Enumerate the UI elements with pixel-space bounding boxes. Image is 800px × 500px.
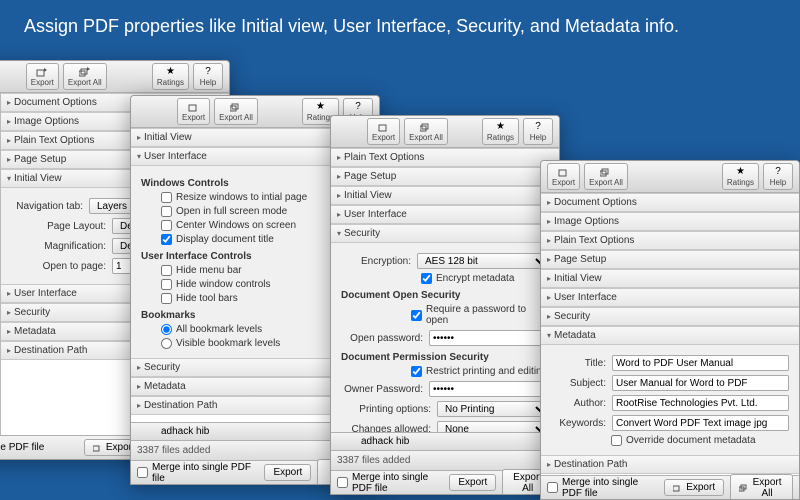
export-all-button[interactable]: Export All [404,118,448,145]
override-metadata-checkbox[interactable]: Override document metadata [611,435,789,446]
open-password-label: Open password: [341,333,423,344]
accordion-security[interactable]: Security [541,308,799,326]
accordion-initial-view[interactable]: Initial View [541,270,799,288]
ratings-button[interactable]: ★Ratings [722,163,759,190]
accordion-user-interface[interactable]: User Interface [331,206,559,224]
export-button[interactable]: Export [449,474,496,491]
files-added-label: 3387 files added [337,455,410,466]
accordion-user-interface[interactable]: User Interface [541,289,799,307]
printing-label: Printing options: [341,404,431,415]
toolbar: Export Export All ★Ratings ?Help [331,116,559,148]
export-all-button[interactable]: Export All [584,163,628,190]
file-row: adhack hib [331,432,559,450]
accordion-page-setup[interactable]: Page Setup [541,251,799,269]
open-password-input[interactable] [429,330,549,346]
merge-checkbox[interactable] [337,477,348,488]
title-label: Title: [551,358,606,369]
export-button[interactable]: Export [664,479,724,496]
owner-password-input[interactable] [429,381,549,397]
author-input[interactable] [612,395,789,411]
doc-open-heading: Document Open Security [341,290,549,301]
accordion-plain-text[interactable]: Plain Text Options [541,232,799,250]
keywords-label: Keywords: [551,418,606,429]
ratings-button[interactable]: ★Ratings [152,63,189,90]
accordion-page-setup[interactable]: Page Setup [331,168,559,186]
merge-checkbox[interactable] [137,467,148,478]
merge-label: Merge into single PDF file [152,462,252,484]
bottom-bar: Merge into single PDF file Export Export… [331,470,559,494]
page-layout-label: Page Layout: [11,221,106,232]
restrict-checkbox[interactable]: Restrict printing and editing [411,366,549,377]
help-button[interactable]: ?Help [763,163,793,190]
accordion-security[interactable]: Security [331,225,559,243]
accordion-doc-options[interactable]: Document Options [541,194,799,212]
ratings-button[interactable]: ★Ratings [482,118,519,145]
sidebar: ind PEG image licrosoft...r document lic… [0,93,1,459]
encrypt-metadata-checkbox[interactable]: Encrypt metadata [421,273,549,284]
nav-tab-label: Navigation tab: [11,201,83,212]
accordion-dest-path[interactable]: Destination Path [541,456,799,474]
export-all-button[interactable]: Export All [730,474,793,500]
help-button[interactable]: ?Help [193,63,223,90]
owner-password-label: Owner Password: [341,384,423,395]
metadata-panel: Title: Subject: Author: Keywords: Overri… [541,345,799,455]
export-button[interactable]: Export [367,118,400,145]
files-added-label: 3387 files added [137,445,210,456]
window-metadata: Export Export All ★Ratings ?Help Documen… [540,160,800,500]
toolbar: Export Export All ★Ratings ?Help [541,161,799,193]
toolbar: Rotate Export Export All ★Ratings ?Help [0,61,229,93]
doc-perm-heading: Document Permission Security [341,352,549,363]
accordion-initial-view[interactable]: Initial View [331,187,559,205]
keywords-input[interactable] [612,415,789,431]
title-input[interactable] [612,355,789,371]
help-button[interactable]: ?Help [523,118,553,145]
accordion-plain-text[interactable]: Plain Text Options [331,149,559,167]
bottom-bar: Merge into single PDF file Export Export… [541,475,799,499]
merge-checkbox[interactable] [547,482,558,493]
printing-select[interactable]: No Printing [437,401,549,417]
export-button[interactable]: Export [26,63,59,90]
merge-label: ge into single PDF file [0,442,44,453]
encryption-label: Encryption: [341,256,411,267]
export-button[interactable]: Export [177,98,210,125]
banner-title: Assign PDF properties like Initial view,… [0,0,800,53]
magnification-label: Magnification: [11,241,106,252]
export-all-button[interactable]: Export All [63,63,107,90]
encryption-select[interactable]: AES 128 bit [417,253,549,269]
accordion-metadata[interactable]: Metadata [541,327,799,345]
security-panel: Encryption:AES 128 bit Encrypt metadata … [331,243,559,461]
merge-label: Merge into single PDF file [352,472,437,494]
merge-label: Merge into single PDF file [562,477,652,499]
open-to-page-label: Open to page: [11,261,106,272]
window-security: Export Export All ★Ratings ?Help Plain T… [330,115,560,495]
subject-input[interactable] [612,375,789,391]
status-bar: 3387 files added [331,450,559,470]
subject-label: Subject: [551,378,606,389]
export-button[interactable]: Export [547,163,580,190]
author-label: Author: [551,398,606,409]
require-password-checkbox[interactable]: Require a password to open [411,304,549,326]
accordion-img-options[interactable]: Image Options [541,213,799,231]
export-all-button[interactable]: Export All [214,98,258,125]
export-button[interactable]: Export [264,464,311,481]
